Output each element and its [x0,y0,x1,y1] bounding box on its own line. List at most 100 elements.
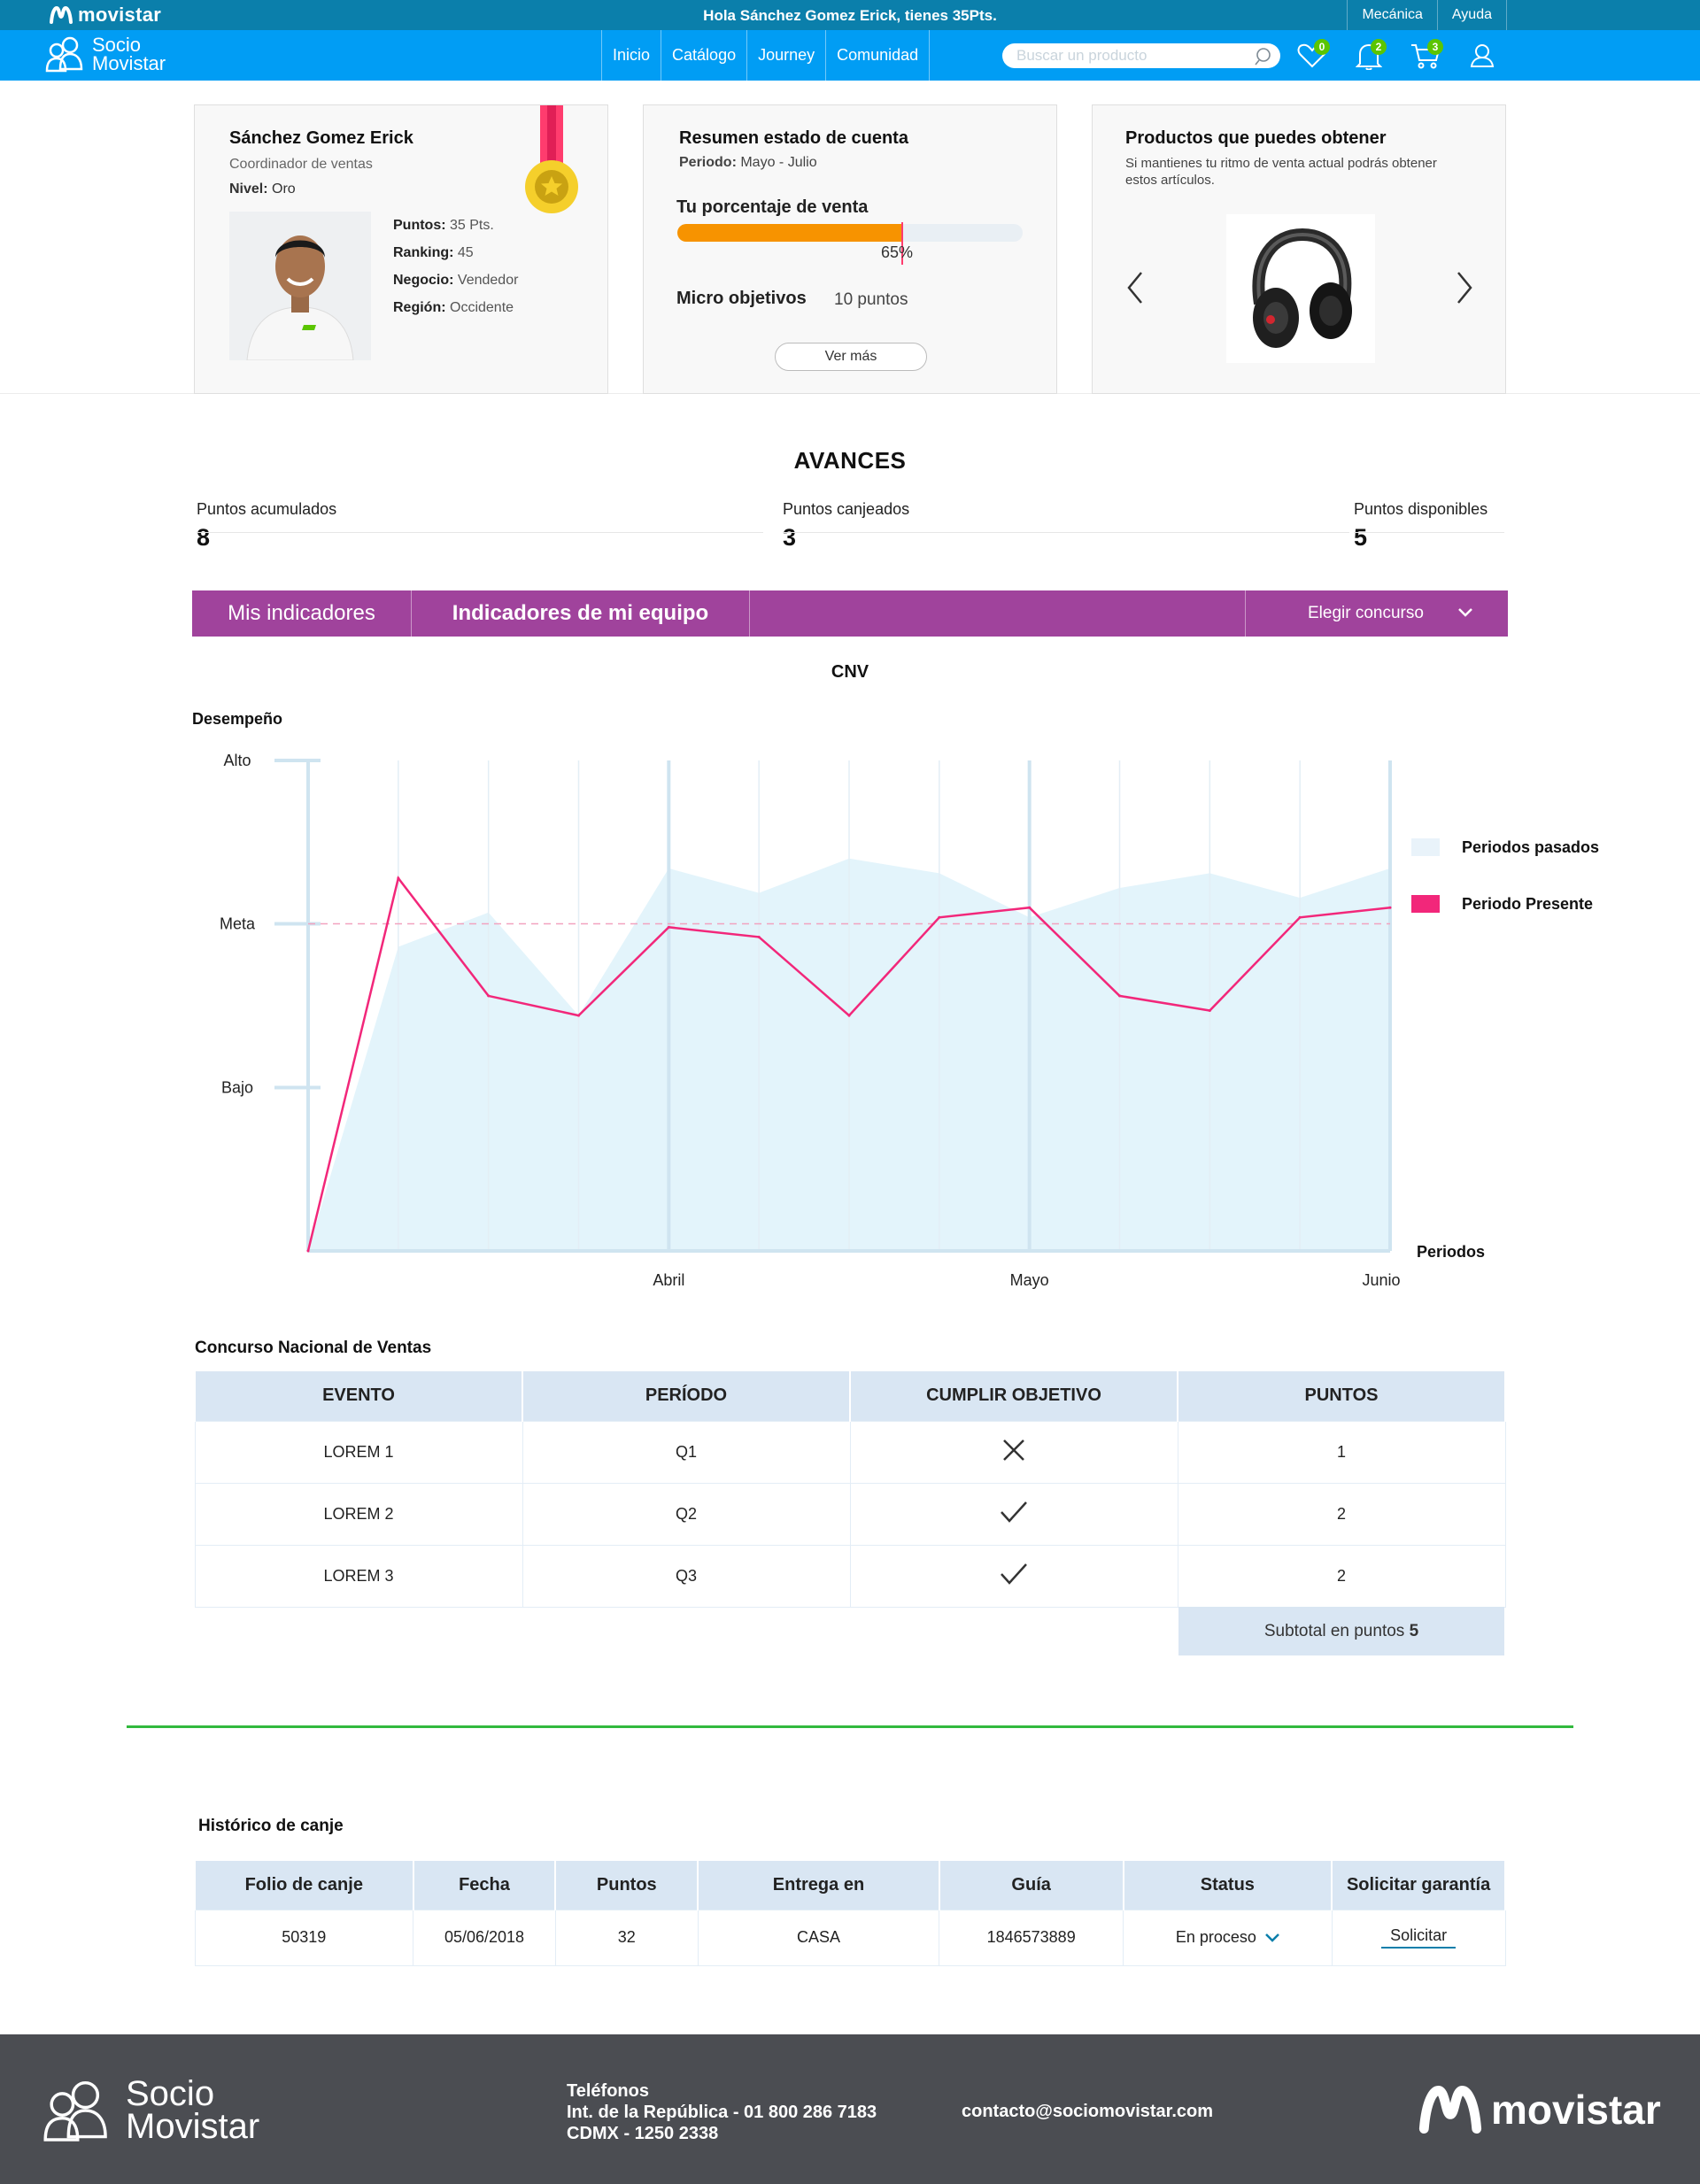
stat-redeemed: Puntos canjeados 3 [783,500,909,552]
history-title: Histórico de canje [198,1817,344,1835]
nav-item-inicio[interactable]: Inicio [601,30,661,81]
footer-logo-text: Socio Movistar [126,2074,260,2146]
profile-role: Coordinador de ventas [229,157,373,172]
table-row: LOREM 2 Q2 2 [194,1482,1506,1546]
present-period-point [306,1249,310,1253]
products-title: Productos que puedes obtener [1125,128,1387,148]
stat-accumulated: Puntos acumulados 8 [197,500,336,552]
present-period-point [1028,906,1032,909]
table-header-row: EVENTO PERÍODO CUMPLIR OBJETIVO PUNTOS [194,1370,1506,1421]
present-period-point [577,1014,580,1017]
x-axis-title: Periodos [1417,1243,1485,1261]
profile-facts: Puntos: 35 Pts. Ranking: 45 Negocio: Ven… [393,212,518,321]
status-dropdown[interactable]: En proceso [1176,1928,1279,1947]
section-divider [127,1725,1573,1728]
cart-button[interactable]: 3 [1406,39,1445,73]
products-card: Productos que puedes obtener Si mantiene… [1092,104,1506,394]
carousel-prev-button[interactable] [1123,270,1148,305]
legend-label-present: Periodo Presente [1462,895,1593,913]
profile-business: Negocio: Vendedor [393,266,518,294]
cart-badge: 3 [1427,39,1443,55]
check-icon [1001,1501,1027,1523]
period-value: Mayo - Julio [740,155,817,170]
search-input[interactable] [1002,43,1241,68]
present-period-point [667,925,670,929]
logo-text: Socio Movistar [92,35,166,73]
column-header: PUNTOS [1177,1370,1506,1421]
search-icon[interactable] [1254,47,1273,66]
sales-progress-bar [677,222,1023,265]
objective-cell [849,1420,1178,1484]
region-value: Occidente [450,300,514,315]
tab-indicadores-equipo[interactable]: Indicadores de mi equipo [412,590,750,637]
stat-value: 5 [1354,524,1368,551]
logo-line2: Movistar [92,52,166,74]
products-description: Si mantienes tu ritmo de venta actual po… [1125,156,1437,188]
footer-logo-line1: Socio [126,2074,215,2113]
search-box [1002,43,1280,68]
column-header: Entrega en [697,1859,940,1910]
y-axis-title: Desempeño [192,710,282,728]
points-cell: 2 [1177,1482,1506,1546]
ranking-label: Ranking: [393,245,454,260]
x-tick-label: Junio [1362,1271,1400,1289]
region-label: Región: [393,300,446,315]
footer-brand[interactable]: movistar [1418,2086,1661,2134]
account-title: Resumen estado de cuenta [679,128,908,148]
carousel-next-button[interactable] [1452,270,1477,305]
nav-item-catalogo[interactable]: Catálogo [661,30,746,81]
nav-item-journey[interactable]: Journey [746,30,825,81]
footer-logo-line2: Movistar [126,2107,260,2146]
micro-objectives-value: 10 puntos [834,290,908,309]
phone-national[interactable]: Int. de la República - 01 800 286 7183 [567,2102,877,2123]
socio-movistar-logo[interactable]: Socio Movistar [44,35,166,73]
stat-label: Puntos canjeados [783,500,910,518]
logo-line1: Socio [92,34,142,56]
stat-value: 3 [783,524,797,551]
subtotal-box: Subtotal en puntos 5 [1178,1607,1504,1655]
chevron-down-icon [1458,608,1472,617]
stat-value: 8 [197,524,211,551]
present-period-point [757,935,761,938]
business-value: Vendedor [457,273,519,288]
stat-divider [1354,532,1504,533]
tabs-spacer [750,590,1246,637]
footer-email[interactable]: contacto@sociomovistar.com [962,2102,1213,2122]
column-header: EVENTO [194,1370,523,1421]
objective-cell [849,1482,1178,1546]
nav-item-comunidad[interactable]: Comunidad [825,30,931,81]
footer-logo[interactable]: Socio Movistar [41,2074,260,2146]
product-image[interactable] [1226,214,1375,363]
present-period-point [847,1014,851,1017]
contest-dropdown-label: Elegir concurso [1308,604,1424,622]
action-cell: Solicitar [1331,1909,1506,1966]
tab-mis-indicadores[interactable]: Mis indicadores [192,590,412,637]
main-nav: Socio Movistar Inicio Catálogo Journey C… [0,30,1700,81]
points-cell: 2 [1177,1544,1506,1608]
link-mecanica[interactable]: Mecánica [1347,0,1436,30]
present-period-point [1388,906,1392,909]
status-cell: En proceso [1123,1909,1333,1966]
period-cell: Q2 [522,1482,851,1546]
sales-progress-fill [677,224,902,242]
sales-percent-value: 65% [881,243,914,261]
period-cell: Q1 [522,1420,851,1484]
ver-mas-button[interactable]: Ver más [775,343,927,371]
sales-percent-label: Tu porcentaje de venta [676,197,869,217]
user-icon [1470,44,1495,67]
solicitar-button[interactable]: Solicitar [1381,1926,1457,1949]
phones-title: Teléfonos [567,2081,649,2101]
people-logo-icon [43,2080,107,2142]
nav-icons: 0 2 3 [1293,39,1502,73]
link-ayuda[interactable]: Ayuda [1436,0,1507,30]
notifications-button[interactable]: 2 [1349,39,1388,73]
footer: Socio Movistar Teléfonos Int. de la Repú… [0,2034,1700,2184]
indicator-tabs: Mis indicadores Indicadores de mi equipo… [192,590,1508,637]
status-value: En proceso [1175,1928,1256,1946]
contest-dropdown[interactable]: Elegir concurso [1246,590,1508,637]
favorites-button[interactable]: 0 [1293,39,1332,73]
legend-swatch-present [1411,895,1440,913]
user-button[interactable] [1463,39,1502,73]
stat-label: Puntos acumulados [197,500,337,518]
phone-cdmx[interactable]: CDMX - 1250 2338 [567,2123,877,2144]
